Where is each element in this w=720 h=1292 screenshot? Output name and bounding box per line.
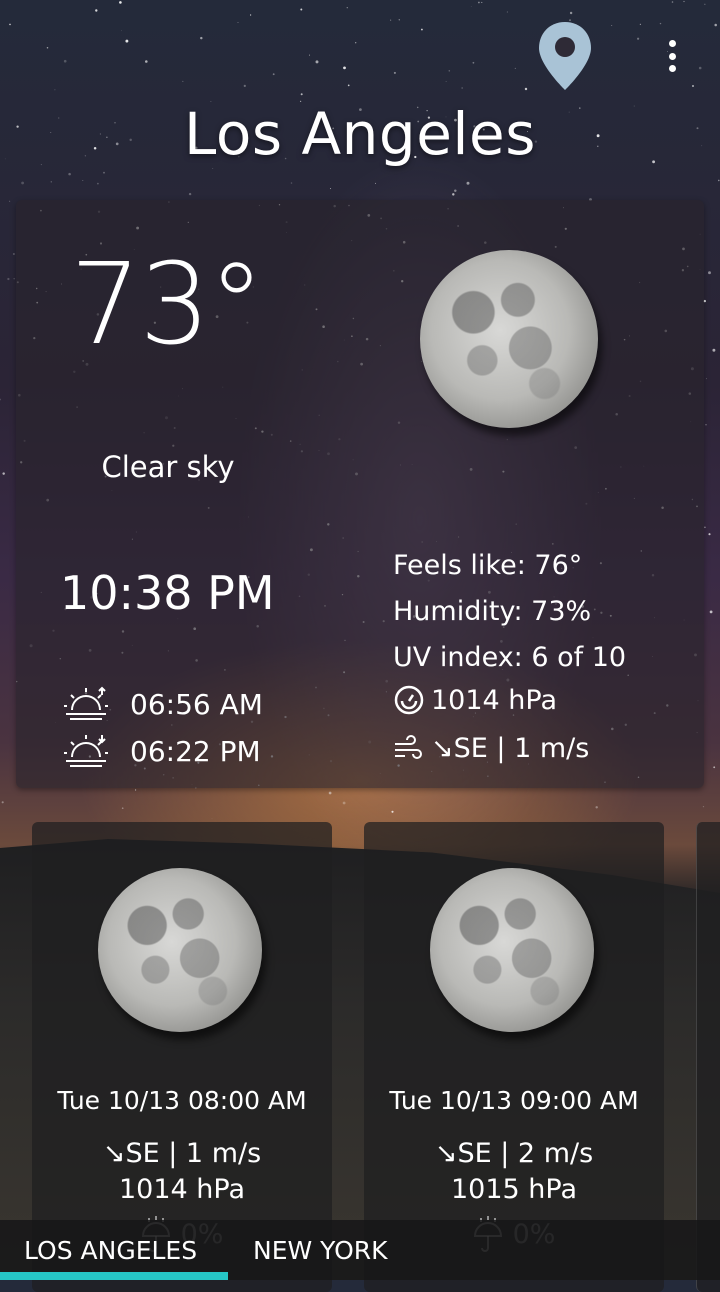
sunrise-row: 06:56 AM [64, 686, 263, 722]
forecast-datetime: Tue 10/13 08:00 AM [57, 1086, 307, 1115]
forecast-datetime: Tue 10/13 09:00 AM [389, 1086, 639, 1115]
forecast-pressure: 1015 hPa [450, 1174, 578, 1205]
wind-value: ↘SE | 1 m/s [431, 732, 590, 764]
pressure-value: 1014 hPa [431, 684, 558, 716]
city-title: Los Angeles [184, 100, 536, 168]
pressure-gauge-icon [394, 685, 424, 715]
tab-los-angeles[interactable]: LOS ANGELES [24, 1220, 197, 1280]
sunrise-time: 06:56 AM [130, 687, 263, 721]
forecast-wind: ↘SE | 2 m/s [434, 1138, 594, 1169]
current-weather-card: 73° Clear sky 10:38 PM 06:56 AM 06:22 PM… [16, 200, 704, 788]
moon-icon [98, 868, 262, 1032]
pressure-row: 1014 hPa [393, 684, 557, 716]
current-time: 10:38 PM [60, 566, 275, 620]
moon-icon [420, 250, 598, 428]
city-tabs: LOS ANGELES NEW YORK [0, 1220, 720, 1280]
tab-new-york[interactable]: NEW YORK [253, 1220, 388, 1280]
forecast-pressure: 1014 hPa [118, 1174, 246, 1205]
top-bar [0, 0, 720, 100]
wind-row: ↘SE | 1 m/s [393, 732, 589, 764]
tab-indicator [0, 1272, 228, 1280]
sunset-icon [64, 735, 108, 767]
moon-icon [430, 868, 594, 1032]
feels-like: Feels like: 76° [393, 550, 583, 581]
current-temperature: 73° [70, 240, 265, 370]
more-vert-icon[interactable] [652, 34, 692, 78]
humidity: Humidity: 73% [393, 596, 592, 627]
sunset-row: 06:22 PM [64, 733, 261, 769]
wind-icon [395, 735, 422, 759]
uv-index: UV index: 6 of 10 [393, 642, 627, 673]
sunset-time: 06:22 PM [130, 734, 261, 768]
forecast-wind: ↘SE | 1 m/s [102, 1138, 262, 1169]
location-pin-icon[interactable] [536, 20, 594, 92]
sunrise-icon [64, 686, 108, 720]
condition-text: Clear sky [101, 450, 235, 484]
